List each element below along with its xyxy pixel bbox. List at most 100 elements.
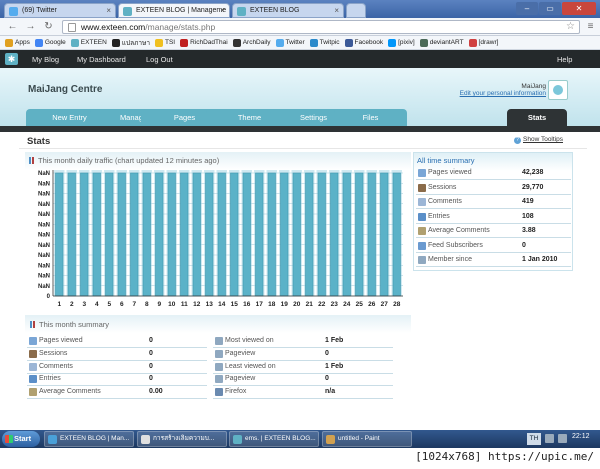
bar (355, 172, 364, 297)
tab-files[interactable]: Files (334, 109, 407, 126)
bar (180, 172, 189, 297)
page-title: Stats (27, 136, 51, 147)
nav-help[interactable]: Help (557, 55, 572, 64)
reload-icon[interactable]: ↻ (42, 21, 55, 33)
close-window-icon[interactable]: ✕ (562, 2, 596, 15)
bookmark-apps[interactable]: Apps (5, 38, 30, 47)
close-tab-icon[interactable]: × (106, 6, 111, 15)
upload-watermark: [1024x768] https://upic.me/ (415, 450, 594, 463)
exteen-icon (237, 7, 246, 16)
y-tick-label: NaN (38, 263, 50, 269)
tray-help-icon[interactable] (545, 434, 554, 443)
bookmark-drawr[interactable]: [drawr] (468, 38, 498, 47)
bookmark-label: EXTEEN (80, 39, 107, 46)
task-label: ems. | EXTEEN BLOG... (245, 435, 316, 442)
back-arrow-icon[interactable]: ← (6, 21, 19, 33)
task-app-icon (141, 435, 150, 444)
stat-label: Member since (428, 256, 472, 263)
bar (192, 172, 201, 297)
tab-exteen-manage[interactable]: EXTEEN BLOG | Manageme × (118, 3, 230, 18)
summary-label: Pageview (225, 349, 256, 357)
new-tab-button[interactable] (346, 3, 366, 18)
y-tick-label: NaN (38, 233, 50, 239)
summary-value: 0 (149, 337, 153, 344)
bookmark-exteen[interactable]: EXTEEN (70, 38, 107, 47)
task-button[interactable]: EXTEEN BLOG | Man... (44, 431, 134, 447)
y-tick-label: NaN (38, 171, 50, 177)
minimize-icon[interactable]: – (516, 2, 538, 15)
page-icon (215, 349, 223, 358)
url-path: /manage/stats.php (145, 22, 216, 32)
network-icon[interactable] (558, 434, 567, 443)
bookmark-facebook[interactable]: Facebook (344, 38, 383, 47)
y-tick-label: NaN (38, 253, 50, 259)
bookmark-deviantart[interactable]: deviantART (419, 38, 464, 47)
exteen-logo-icon[interactable]: ✱ (5, 53, 18, 65)
nav-log-out[interactable]: Log Out (146, 55, 173, 64)
task-button[interactable]: untitled - Paint (322, 431, 412, 447)
close-tab-icon[interactable]: × (334, 6, 339, 15)
clock: 22:12 (572, 433, 590, 440)
summary-label: Entries (39, 375, 61, 383)
summary-row: Comments 0 (27, 361, 207, 374)
tab-exteen-blog[interactable]: EXTEEN BLOG × (232, 3, 344, 18)
bookmark-richdadthai[interactable]: RichDadThai (180, 38, 228, 47)
traffic-title-text: This month daily traffic (chart updated … (38, 156, 220, 165)
bookmark-icon (180, 38, 189, 47)
show-tooltips-link[interactable]: ? Show Tooltips (514, 136, 563, 144)
nav-my-dashboard[interactable]: My Dashboard (77, 55, 126, 64)
x-tick-label: 6 (120, 301, 124, 308)
stat-label: Feed Subscribers (428, 241, 483, 249)
x-tick-label: 14 (218, 301, 226, 308)
summary-label: Firefox (225, 388, 247, 396)
maximize-icon[interactable]: ▭ (539, 2, 561, 15)
bar (392, 172, 401, 297)
edit-profile-link[interactable]: Edit your personal information (444, 90, 546, 97)
bar (255, 172, 264, 297)
task-button[interactable]: ems. | EXTEEN BLOG... (229, 431, 319, 447)
bookmark-icon (5, 38, 13, 47)
address-bar[interactable]: www.exteen.com/manage/stats.php ☆ (62, 20, 580, 34)
menu-icon[interactable]: ≡ (584, 21, 597, 33)
language-indicator[interactable]: TH (527, 433, 541, 445)
bar (80, 172, 89, 297)
start-button[interactable]: Start (2, 431, 40, 447)
bookmark-icon (309, 38, 318, 47)
x-tick-label: 16 (243, 301, 251, 308)
bar (67, 172, 76, 297)
stat-value: 1 Jan 2010 (522, 256, 558, 263)
tab-twitter[interactable]: (69) Twitter × (4, 3, 116, 18)
page-icon (68, 23, 76, 32)
summary-label: Comments (39, 362, 73, 370)
forward-arrow-icon[interactable]: → (24, 21, 37, 33)
bookmark-archdaily[interactable]: ArchDaily (232, 38, 271, 47)
bookmark-twitpic[interactable]: Twitpic (309, 38, 340, 47)
bar (380, 172, 389, 297)
tab-stats[interactable]: Stats (507, 109, 567, 126)
x-tick-label: 17 (256, 301, 264, 308)
summary-value: 1 Feb (325, 362, 344, 370)
calendar-icon (418, 256, 426, 264)
x-tick-label: 15 (231, 301, 239, 308)
task-app-icon (326, 435, 335, 444)
star-icon[interactable]: ☆ (566, 21, 575, 33)
twitter-icon (9, 7, 18, 16)
all-time-row: Average Comments 3.88 (416, 224, 571, 238)
bookmark-tsi[interactable]: TSI (154, 38, 175, 47)
bookmark-twitter[interactable]: Twitter (275, 38, 305, 47)
bar (105, 172, 114, 297)
nav-my-blog[interactable]: My Blog (32, 55, 59, 64)
task-button[interactable]: การสร้างเลิมความบ... (137, 431, 227, 447)
bookmark-google[interactable]: Google (34, 38, 66, 47)
bar (155, 172, 164, 297)
x-tick-label: 11 (181, 301, 188, 308)
task-app-icon (48, 435, 57, 444)
bookmark-pixiv[interactable]: [pixiv] (388, 38, 415, 47)
close-tab-icon[interactable]: × (220, 6, 225, 15)
entry-icon (29, 375, 37, 384)
bookmark-[interactable]: แปลภาษา (111, 38, 150, 48)
avatar[interactable] (548, 80, 568, 100)
x-tick-label: 5 (107, 301, 111, 308)
summary-value: 0 (325, 375, 329, 383)
summary-label: Average Comments (39, 388, 101, 396)
